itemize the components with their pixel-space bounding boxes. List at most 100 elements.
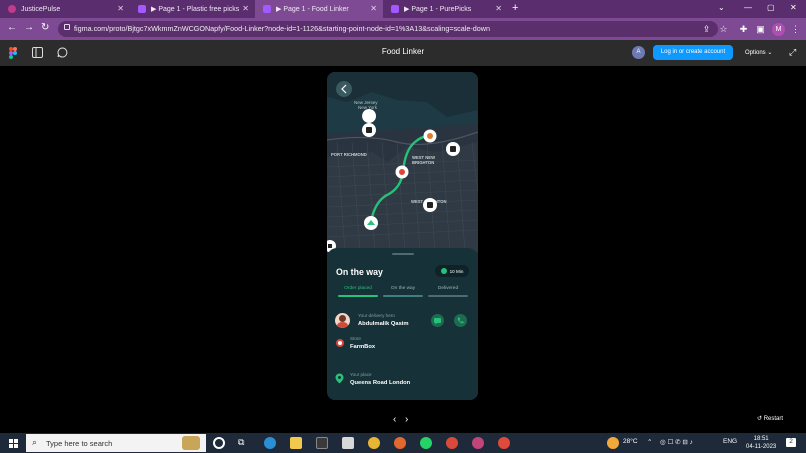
bookmark-star-icon[interactable]: ☆ [718,24,729,35]
restart-icon: ↺ [757,416,764,422]
map-label-brighton: BRIGHTON [412,160,434,165]
step-on-the-way: On the way [382,286,424,297]
browser-tab-strip: JusticePulse ✕ ▶ Page 1 - Plastic free p… [0,0,806,18]
tab-label: ▶ Page 1 - Plastic free picks [151,6,240,13]
tray-icons[interactable]: ◎ ☐ ✆ ⊟ ♪ [660,438,693,446]
back-button[interactable] [336,81,352,97]
share-icon[interactable]: ⇪ [701,24,712,35]
courier-pin-icon[interactable] [395,165,409,179]
restart-button[interactable]: ↺ Restart [757,415,783,422]
login-button[interactable]: Log in or create account [653,45,733,60]
tray-chevron-icon[interactable]: ⌃ [647,438,652,446]
tab-search-chevron-icon[interactable]: ⌄ [718,3,725,12]
new-tab-icon[interactable]: + [512,2,518,14]
file-explorer-icon[interactable] [290,437,302,449]
shop-pin-icon[interactable] [446,142,460,156]
step-label: Order placed [344,286,372,291]
chrome-profile-2-icon[interactable] [472,437,484,449]
clock-time: 18:51 [753,436,769,442]
place-label: Your place [350,372,372,377]
chrome-profile-1-icon[interactable] [446,437,458,449]
reload-icon[interactable]: ↻ [41,22,49,33]
mail-icon[interactable] [342,437,354,449]
tab-justicepulse[interactable]: JusticePulse ✕ [0,0,130,18]
step-bar [338,295,378,297]
message-icon [434,318,441,325]
fullscreen-icon[interactable]: ⤢ [789,47,799,57]
firefox-icon[interactable] [394,437,406,449]
cortana-icon[interactable] [213,437,225,449]
system-clock[interactable]: 18:51 04-11-2023 [746,435,776,451]
tab-close-icon[interactable]: ✕ [242,4,249,13]
hero-avatar [335,313,350,328]
edge-icon[interactable] [264,437,276,449]
options-menu[interactable]: Options ⌄ [745,49,772,56]
taskbar-search-field[interactable]: ⌕ Type here to search [26,434,206,452]
extensions-icon[interactable]: ✚ [738,24,749,35]
hero-name: Abdulmalik Qasim [358,321,409,327]
clock-icon [440,268,447,274]
notification-icon[interactable]: 2 [786,438,796,447]
step-label: Delivered [437,286,459,291]
whatsapp-icon[interactable] [420,437,432,449]
tab-label: ▶ Page 1 - Food Linker [276,6,349,13]
minimize-icon[interactable]: — [744,3,752,12]
phone-frame: New Jersey New York PORT RICHMOND WEST N… [327,72,478,400]
viewer-avatar[interactable]: A [632,46,645,59]
sheet-drag-handle[interactable] [392,253,414,255]
store-label: Store [350,336,361,341]
windows-start-icon[interactable] [9,439,18,448]
bag-pin-icon[interactable] [423,198,437,212]
message-button[interactable] [431,314,444,327]
back-icon[interactable]: ← [7,22,17,33]
next-frame-icon[interactable]: › [405,414,408,425]
status-title: On the way [336,267,383,277]
eta-badge: 10 Min [435,265,469,277]
step-label: On the way [390,286,416,291]
search-icon: ⌕ [32,437,38,447]
chrome-icon[interactable] [368,437,380,449]
address-toolbar: ← → ↻ figma.com/proto/Bjtgc7xWkmmZnWCGON… [0,18,806,40]
delivery-map[interactable]: New Jersey New York PORT RICHMOND WEST N… [327,72,478,252]
forward-icon[interactable]: → [24,22,34,33]
map-label-port-richmond: PORT RICHMOND [331,152,367,157]
url-field[interactable]: figma.com/proto/Bjtgc7xWkmmZnWCGONapfy/F… [58,21,718,37]
store-dot-icon [336,339,344,347]
search-placeholder: Type here to search [46,439,113,448]
figma-favicon-icon [138,5,146,13]
tab-close-icon[interactable]: ✕ [495,4,502,13]
location-pin-icon [335,373,344,384]
tab-food-linker[interactable]: ▶ Page 1 - Food Linker ✕ [255,0,383,18]
tab-close-icon[interactable]: ✕ [117,4,124,13]
vendor-pin-icon[interactable] [423,129,437,143]
eta-value: 10 Min [449,268,464,274]
task-view-icon[interactable]: ⧉ [238,437,250,449]
tab-label: JusticePulse [21,5,61,13]
home-pin-icon[interactable] [364,216,378,230]
tab-purepicks[interactable]: ▶ Page 1 - PurePicks ✕ [383,0,508,18]
close-window-icon[interactable]: ✕ [790,3,797,12]
maximize-icon[interactable]: ▢ [767,3,775,12]
lock-icon[interactable] [64,24,70,30]
previous-frame-icon[interactable]: ‹ [393,414,396,425]
step-bar [383,295,423,297]
step-delivered: Delivered [427,286,469,297]
tab-label: ▶ Page 1 - PurePicks [404,6,472,13]
weather-temperature[interactable]: 28°C [623,438,638,445]
chrome-profile-3-icon[interactable] [498,437,510,449]
clock-date: 04-11-2023 [746,444,777,450]
tab-plastic-free-picks[interactable]: ▶ Page 1 - Plastic free picks ✕ [130,0,255,18]
place-name: Queens Road London [350,380,411,386]
call-button[interactable] [454,314,467,327]
language-indicator[interactable]: ENG [723,438,737,445]
tab-close-icon[interactable]: ✕ [370,4,377,13]
phone-icon [457,317,464,324]
figma-favicon-icon [263,5,271,13]
side-panel-icon[interactable]: ▣ [755,24,766,35]
store-name: FarmBox [350,344,376,350]
profile-avatar[interactable]: M [772,23,785,36]
store-icon[interactable] [316,437,328,449]
browser-menu-icon[interactable]: ⋮ [790,24,801,35]
weather-icon[interactable] [607,437,619,449]
step-order-placed: Order placed [337,286,379,297]
